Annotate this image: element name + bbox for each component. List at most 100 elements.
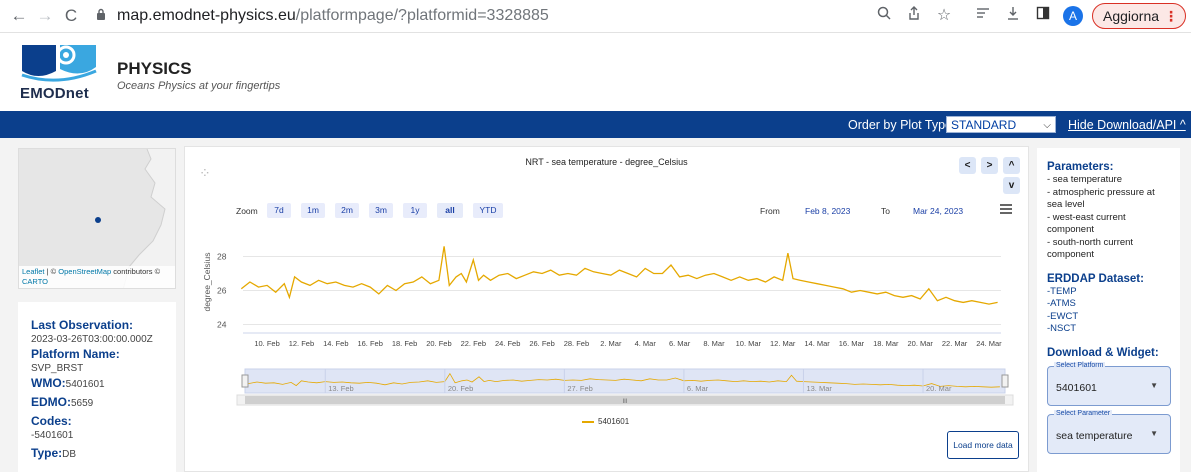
x-tick-label: 14. Mar [804, 339, 830, 348]
profile-avatar[interactable]: A [1063, 6, 1083, 26]
bookmark-star-icon[interactable]: ☆ [934, 6, 954, 26]
right-panel: Parameters: - sea temperature - atmosphe… [1037, 148, 1180, 472]
dataset-link[interactable]: -TEMP [1047, 286, 1180, 299]
chart-card: ⁘ NRT - sea temperature - degree_Celsius… [184, 146, 1029, 472]
location-map[interactable]: Leaflet | © OpenStreetMap contributors ©… [18, 148, 176, 289]
navigator[interactable]: 13. Feb 20. Feb 27. Feb 6. Mar 13. Mar 20. Ma… [236, 368, 1014, 406]
wmo-label: WMO: [31, 376, 66, 390]
navigator-right-handle[interactable] [1001, 374, 1009, 388]
x-tick-label: 16. Feb [357, 339, 382, 348]
x-tick-label: 24. Feb [495, 339, 520, 348]
menu-kebab-icon[interactable]: ⋮ [1164, 4, 1178, 28]
scrollbar-grip-icon: III [622, 399, 627, 405]
carto-link[interactable]: CARTO [22, 277, 48, 286]
x-tick-label: 20. Feb [426, 339, 451, 348]
x-tick-labels: 10. Feb 12. Feb 14. Feb 16. Feb 18. Feb 20. F… [254, 339, 1002, 348]
last-observation-value: 2023-03-26T03:00:00.000Z [31, 334, 153, 345]
x-tick-label: 10. Mar [736, 339, 762, 348]
update-button[interactable]: Aggiorna ⋮ [1092, 3, 1186, 29]
platform-name-value: SVP_BRST [31, 363, 84, 374]
map-attribution: Leaflet | © OpenStreetMap contributors ©… [19, 266, 175, 288]
platform-info-panel: Last Observation: 2023-03-26T03:00:00.00… [18, 302, 176, 472]
forward-arrow-icon[interactable]: → [34, 6, 56, 26]
x-tick-label: 10. Feb [254, 339, 279, 348]
parameter-item: - sea temperature [1047, 174, 1122, 185]
site-subtitle: Oceans Physics at your fingertips [117, 80, 281, 92]
y-tick-label: 26 [217, 286, 227, 296]
reload-icon[interactable]: C [60, 6, 82, 26]
download-widget-title: Download & Widget: [1047, 346, 1159, 359]
x-tick-label: 6. Mar [669, 339, 691, 348]
load-more-button[interactable]: Load more data [947, 431, 1019, 459]
x-tick-label: 4. Mar [635, 339, 657, 348]
parameter-select-label: Select Parameter [1054, 409, 1113, 417]
navigator-label: 20. Feb [448, 384, 473, 393]
back-arrow-icon[interactable]: ← [8, 6, 30, 26]
x-tick-label: 16. Mar [839, 339, 865, 348]
x-tick-label: 8. Mar [703, 339, 725, 348]
grid-lines [243, 256, 1001, 334]
chevron-down-icon: ⌵ [1043, 120, 1051, 131]
navigator-left-handle[interactable] [241, 374, 249, 388]
hide-download-link[interactable]: Hide Download/API ^ [1068, 118, 1186, 132]
platform-name-label: Platform Name: [31, 347, 120, 361]
address-bar[interactable]: map.emodnet-physics.eu/platformpage/?pla… [117, 5, 549, 27]
platform-marker[interactable] [95, 217, 101, 223]
platform-select-value: 5401601 [1056, 381, 1097, 394]
site-title: PHYSICS [117, 59, 192, 78]
y-tick-label: 24 [217, 320, 227, 330]
reading-list-icon[interactable] [973, 6, 993, 26]
last-observation-label: Last Observation: [31, 318, 134, 332]
plot-type-value: STANDARD [951, 118, 1017, 132]
download-icon[interactable] [1003, 6, 1023, 26]
plot-toolbar: Order by Plot Type STANDARD ⌵ Hide Downl… [0, 111, 1191, 138]
order-by-label: Order by Plot Type [848, 118, 952, 132]
x-tick-label: 24. Mar [976, 339, 1002, 348]
parameter-item: - atmospheric pressure at [1047, 186, 1155, 198]
legend-series-name: 5401601 [598, 417, 630, 426]
share-icon[interactable] [904, 6, 924, 26]
logo-text: EMODnet [20, 85, 89, 102]
chart-legend[interactable]: 5401601 [582, 417, 629, 426]
lock-icon[interactable] [96, 8, 106, 20]
edmo-row: EDMO:5659 [31, 395, 176, 411]
x-tick-label: 28. Feb [564, 339, 589, 348]
codes-label: Codes: [31, 414, 72, 428]
type-label: Type: [31, 446, 63, 460]
dataset-link[interactable]: -ATMS [1047, 298, 1180, 311]
x-tick-label: 12. Mar [770, 339, 796, 348]
dropdown-caret-icon: ▼ [1150, 380, 1158, 390]
y-tick-label: 28 [217, 252, 227, 262]
x-tick-label: 18. Mar [873, 339, 899, 348]
platform-select-label: Select Platform [1054, 361, 1106, 369]
dataset-link[interactable]: -NSCT [1047, 323, 1180, 336]
navigator-window[interactable] [244, 368, 1006, 394]
browser-toolbar: ← → C map.emodnet-physics.eu/platformpag… [0, 0, 1191, 33]
platform-select[interactable]: Select Platform 5401601 ▼ [1047, 361, 1171, 406]
leaflet-link[interactable]: Leaflet [22, 267, 45, 276]
y-tick-labels: 24 26 28 [217, 252, 227, 330]
navigator-label: 20. Mar [926, 384, 952, 393]
dropdown-caret-icon: ▼ [1150, 428, 1158, 438]
attribution-separator: | © [44, 267, 59, 276]
wmo-value: 5401601 [65, 379, 105, 390]
codes-value: -5401601 [31, 430, 74, 441]
parameter-item: - west-east current [1047, 211, 1126, 223]
osm-link[interactable]: OpenStreetMap [58, 267, 111, 276]
zoom-icon[interactable] [874, 6, 894, 26]
series-line-5401601[interactable] [240, 246, 998, 305]
x-tick-label: 2. Mar [600, 339, 622, 348]
parameter-select[interactable]: Select Parameter sea temperature ▼ [1047, 409, 1171, 454]
parameter-item: component [1047, 249, 1095, 260]
x-tick-label: 12. Feb [289, 339, 314, 348]
side-panel-icon[interactable] [1033, 6, 1053, 26]
legend-line-icon [582, 420, 594, 423]
update-label: Aggiorna [1103, 8, 1160, 24]
type-row: Type:DB [31, 446, 176, 462]
chart-svg: degree_Celsius 24 26 28 10. Feb 12. Feb 14. … [202, 246, 1014, 406]
edmo-label: EDMO: [31, 395, 71, 409]
plot-type-select[interactable]: STANDARD ⌵ [946, 116, 1056, 133]
site-header: EMODnet PHYSICS Oceans Physics at your f… [0, 33, 1191, 111]
dataset-link[interactable]: -EWCT [1047, 311, 1180, 324]
x-tick-label: 18. Feb [392, 339, 417, 348]
